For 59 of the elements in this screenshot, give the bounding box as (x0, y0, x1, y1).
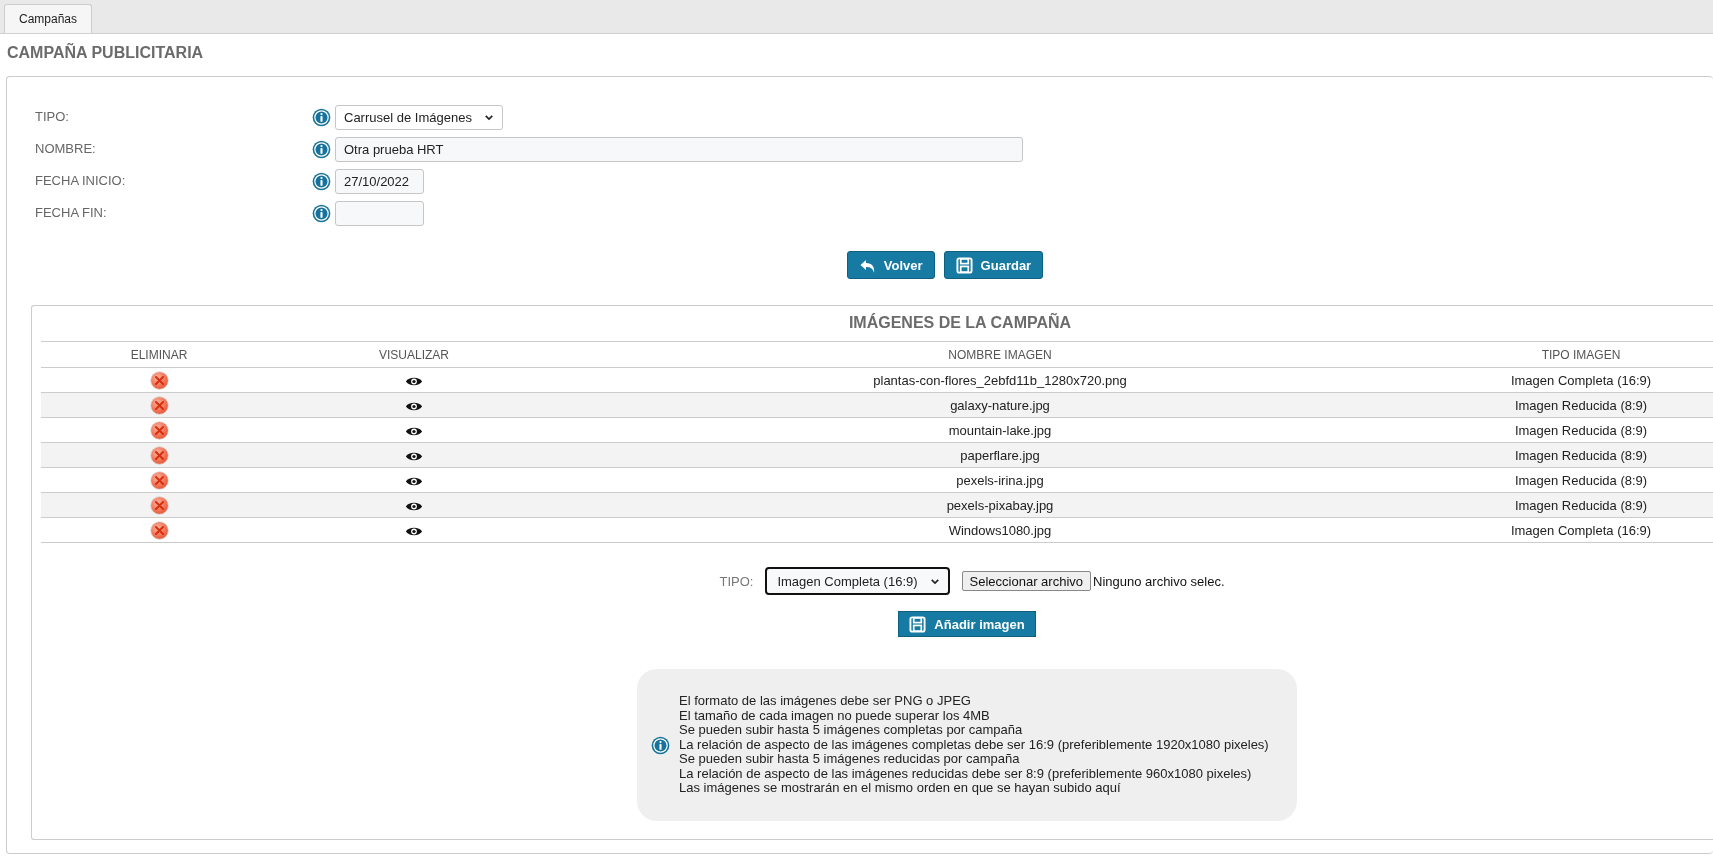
delete-icon[interactable] (149, 470, 169, 490)
info-icon[interactable] (312, 171, 331, 191)
table-cell: plantas-con-flores_2ebfd11b_1280x720.png (551, 367, 1449, 393)
info-text: Las imágenes se mostrarán en el mismo orden en que se hayan subido aquí (679, 781, 1121, 797)
table-cell: paperflare.jpg (551, 442, 1449, 468)
save-button[interactable]: Guardar (943, 251, 1044, 279)
info-text: Se pueden subir hasta 5 imágenes completas por campaña (679, 723, 1024, 738)
table-cell: Imagen Reducida (8:9) (1449, 392, 1713, 418)
add-image-button[interactable]: Añadir imagen (898, 611, 1036, 637)
delete-icon[interactable] (149, 445, 169, 465)
column-header: VISUALIZAR (277, 341, 551, 368)
chevron-down-icon (929, 576, 940, 586)
field-label: NOMBRE: (35, 140, 97, 158)
table-cell: Imagen Reducida (8:9) (1449, 417, 1713, 443)
delete-icon[interactable] (149, 395, 169, 415)
table-cell: Imagen Reducida (8:9) (1449, 467, 1713, 493)
info-icon[interactable] (312, 203, 331, 223)
info-text: El tamaño de cada imagen no puede superar los 4MB (679, 708, 991, 724)
field-label: TIPO: (35, 108, 70, 126)
choose-file-button[interactable]: Seleccionar archivo (961, 571, 1092, 591)
image-type-select[interactable]: Imagen Completa (16:9) (765, 567, 950, 595)
back-button[interactable]: Volver (846, 251, 935, 279)
info-text: Se pueden subir hasta 5 imágenes reducidas por campaña (679, 752, 1021, 767)
type-select[interactable]: Carrusel de Imágenes (335, 104, 503, 130)
chevron-down-icon (483, 112, 494, 122)
delete-icon[interactable] (149, 495, 169, 515)
column-header: ELIMINAR (41, 341, 277, 368)
table-cell: Imagen Completa (16:9) (1449, 367, 1713, 393)
column-header: TIPO IMAGEN (1449, 341, 1713, 368)
table-cell: pexels-pixabay.jpg (551, 492, 1449, 518)
tab[interactable]: Campañas (4, 4, 93, 33)
name-field[interactable]: Otra prueba HRT (335, 136, 1023, 162)
field-label: FECHA INICIO: (35, 172, 127, 190)
table-cell: galaxy-nature.jpg (551, 392, 1449, 418)
field-label: TIPO: (719, 573, 754, 589)
table-cell: pexels-irina.jpg (551, 467, 1449, 493)
info-icon[interactable] (312, 139, 331, 159)
select-value: Imagen Completa (16:9) (777, 573, 918, 589)
info-icon[interactable] (312, 107, 331, 127)
select-value: Carrusel de Imágenes (344, 109, 472, 125)
info-text: La relación de aspecto de las imágenes reducidas debe ser 8:9 (preferiblemente 960x1080 pixeles) (679, 766, 1253, 782)
page-title: CAMPAÑA PUBLICITARIA (6, 42, 205, 63)
table-cell: mountain-lake.jpg (551, 417, 1449, 443)
file-status: Ninguno archivo selec. (1093, 573, 1225, 589)
date-field[interactable] (335, 200, 424, 226)
section-title: IMÁGENES DE LA CAMPAÑA (847, 312, 1073, 333)
info-icon[interactable] (651, 735, 670, 755)
table-cell: Imagen Reducida (8:9) (1449, 442, 1713, 468)
column-header: NOMBRE IMAGEN (551, 341, 1449, 368)
date-field[interactable]: 27/10/2022 (335, 168, 424, 194)
field-label: FECHA FIN: (35, 204, 108, 222)
delete-icon[interactable] (149, 370, 169, 390)
info-text: El formato de las imágenes debe ser PNG o JPEG (679, 693, 972, 709)
table-cell: Imagen Reducida (8:9) (1449, 492, 1713, 518)
delete-icon[interactable] (149, 520, 169, 540)
table-cell: Windows1080.jpg (551, 517, 1449, 543)
table-cell: Imagen Completa (16:9) (1449, 517, 1713, 543)
info-text: La relación de aspecto de las imágenes completas debe ser 16:9 (preferiblemente 1920x1080 pixeles) (679, 737, 1269, 753)
delete-icon[interactable] (149, 420, 169, 440)
